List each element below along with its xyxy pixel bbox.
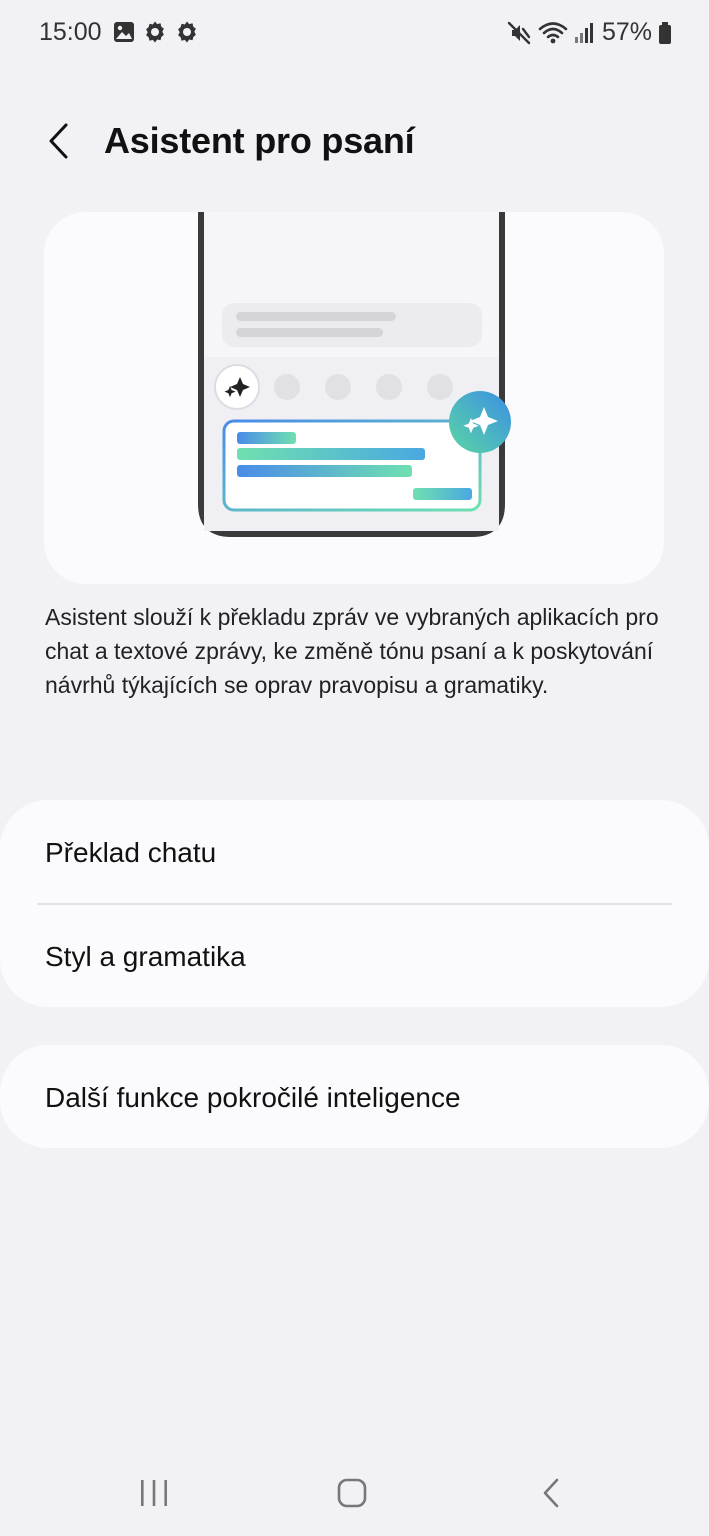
app-header: Asistent pro psaní xyxy=(0,100,709,184)
signal-icon xyxy=(574,22,593,43)
navigation-bar xyxy=(0,1446,709,1536)
status-notification-icons xyxy=(113,20,199,44)
home-button[interactable] xyxy=(322,1468,382,1518)
battery-icon xyxy=(659,21,671,44)
feature-description: Asistent slouží k překladu zpráv ve vybr… xyxy=(45,604,659,698)
status-time: 15:00 xyxy=(39,18,102,46)
menu-item-advanced-intelligence[interactable]: Další funkce pokročilé inteligence xyxy=(45,1082,461,1114)
menu-item-style-grammar[interactable]: Styl a gramatika xyxy=(45,941,246,973)
back-icon xyxy=(543,1478,559,1508)
nav-back-button[interactable] xyxy=(521,1468,581,1518)
battery-percentage: 57% xyxy=(601,18,652,46)
back-button[interactable] xyxy=(36,118,82,164)
settings-group-2: Další funkce pokročilé inteligence xyxy=(0,1045,709,1148)
recents-icon xyxy=(141,1480,167,1506)
page-title: Asistent pro psaní xyxy=(104,120,415,161)
sparkle-badge-icon xyxy=(449,391,511,453)
wifi-icon xyxy=(538,21,568,43)
menu-item-chat-translation[interactable]: Překlad chatu xyxy=(45,837,216,869)
phone-keyboard-assistant-illustration xyxy=(198,212,511,537)
status-bar: 15:00 57% xyxy=(0,0,709,68)
home-icon xyxy=(337,1478,367,1508)
mute-icon xyxy=(507,21,531,44)
settings-icon xyxy=(146,21,164,43)
gallery-icon xyxy=(114,22,134,42)
settings-icon xyxy=(178,21,196,43)
divider xyxy=(37,903,672,905)
hero-illustration-card xyxy=(44,212,664,584)
back-arrow-icon xyxy=(49,123,68,159)
status-system-icons: 57% xyxy=(506,18,672,47)
settings-group-1: Překlad chatu Styl a gramatika xyxy=(0,800,709,1007)
recents-button[interactable] xyxy=(124,1468,184,1518)
